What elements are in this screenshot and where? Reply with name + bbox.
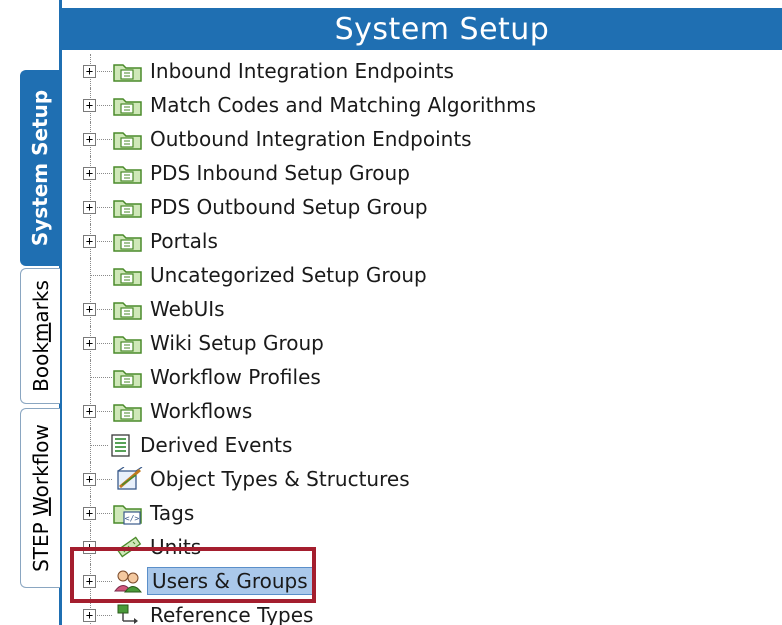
tab-bookmarks[interactable]: Bookmarks [20, 268, 60, 404]
tree-item-reference-types[interactable]: + Reference Types [62, 598, 782, 625]
folder-icon [113, 166, 142, 184]
tree-item-derived-events[interactable]: Derived Events [62, 428, 782, 462]
object-types-icon [117, 467, 143, 490]
svg-text:</>: </> [125, 514, 140, 523]
folder-icon [113, 370, 142, 388]
panel-title-bar: System Setup [62, 8, 782, 50]
side-tab-strip: System Setup Bookmarks STEP Workflow [0, 0, 62, 625]
expand-icon[interactable]: + [83, 473, 96, 486]
tree-item-label: Units [150, 535, 202, 559]
expand-icon[interactable]: + [83, 235, 96, 248]
tab-step-workflow-label: STEP Workflow [28, 424, 53, 572]
tree-item-label: Workflow Profiles [150, 365, 321, 389]
folder-icon [113, 64, 142, 82]
folder-icon [113, 268, 142, 286]
tree-item-tags[interactable]: + </> Tags [62, 496, 782, 530]
tree-item-workflow-profiles[interactable]: Workflow Profiles [62, 360, 782, 394]
expand-icon[interactable]: + [83, 405, 96, 418]
tab-system-setup-label: System Setup [28, 89, 53, 247]
tree-item-object-types-structures[interactable]: + Object Types & Structures [62, 462, 782, 496]
tree-branch-line [90, 377, 112, 378]
expand-icon[interactable]: + [83, 167, 96, 180]
expand-icon[interactable]: + [83, 507, 96, 520]
tree-item-pds-outbound-setup-group[interactable]: + PDS Outbound Setup Group [62, 190, 782, 224]
tree-item-label: Tags [150, 501, 195, 525]
tree-item-label: Uncategorized Setup Group [150, 263, 427, 287]
tab-system-setup[interactable]: System Setup [20, 70, 60, 266]
tree-item-label: Object Types & Structures [150, 467, 410, 491]
tree-item-label: Portals [150, 229, 218, 253]
expand-icon[interactable]: + [83, 303, 96, 316]
tree-item-webuis[interactable]: + WebUIs [62, 292, 782, 326]
expand-icon[interactable]: + [83, 541, 96, 554]
folder-icon [113, 132, 142, 150]
folder-icon [113, 336, 142, 354]
users-groups-icon [114, 570, 142, 593]
tags-icon: </> [113, 505, 142, 525]
tree-branch-line [90, 275, 112, 276]
expand-icon[interactable]: + [83, 65, 96, 78]
tree-item-portals[interactable]: + Portals [62, 224, 782, 258]
setup-tree: + Inbound Integration Endpoints + Match … [62, 52, 782, 625]
folder-icon [113, 200, 142, 218]
tree-item-label: WebUIs [150, 297, 225, 321]
tree-item-pds-inbound-setup-group[interactable]: + PDS Inbound Setup Group [62, 156, 782, 190]
folder-icon [113, 234, 142, 252]
tree-item-outbound-integration-endpoints[interactable]: + Outbound Integration Endpoints [62, 122, 782, 156]
tree-item-users-groups[interactable]: + Users & Groups [62, 564, 782, 598]
folder-icon [113, 404, 142, 422]
system-setup-window: System Setup Bookmarks STEP Workflow Sys… [0, 0, 782, 625]
expand-icon[interactable]: + [83, 609, 96, 622]
reference-types-icon [117, 604, 138, 624]
tree-item-label: Outbound Integration Endpoints [150, 127, 472, 151]
folder-icon [113, 98, 142, 116]
document-list-icon [111, 434, 130, 457]
panel-title: System Setup [334, 11, 550, 47]
tree-item-label: PDS Inbound Setup Group [150, 161, 410, 185]
expand-icon[interactable]: + [83, 337, 96, 350]
folder-icon [113, 302, 142, 320]
tree-item-label: Users & Groups [147, 567, 313, 595]
tree-item-wiki-setup-group[interactable]: + Wiki Setup Group [62, 326, 782, 360]
tab-bookmarks-label: Bookmarks [28, 280, 53, 392]
tree-item-label: Reference Types [150, 603, 314, 625]
tree-item-label: Match Codes and Matching Algorithms [150, 93, 537, 117]
expand-icon[interactable]: + [83, 133, 96, 146]
tree-item-label: Workflows [150, 399, 253, 423]
tree-item-label: Derived Events [140, 433, 293, 457]
tree-item-label: PDS Outbound Setup Group [150, 195, 428, 219]
tree-item-uncategorized-setup-group[interactable]: Uncategorized Setup Group [62, 258, 782, 292]
tree-item-match-codes[interactable]: + Match Codes and Matching Algorithms [62, 88, 782, 122]
expand-icon[interactable]: + [83, 99, 96, 112]
tree-item-workflows[interactable]: + Workflows [62, 394, 782, 428]
expand-icon[interactable]: + [83, 575, 96, 588]
tree-item-label: Wiki Setup Group [150, 331, 324, 355]
tree-branch-line [90, 445, 108, 446]
ruler-icon [116, 536, 142, 558]
tree-item-inbound-integration-endpoints[interactable]: + Inbound Integration Endpoints [62, 54, 782, 88]
expand-icon[interactable]: + [83, 201, 96, 214]
tab-step-workflow[interactable]: STEP Workflow [20, 408, 60, 588]
tree-item-label: Inbound Integration Endpoints [150, 59, 454, 83]
tree-item-units[interactable]: + Units [62, 530, 782, 564]
